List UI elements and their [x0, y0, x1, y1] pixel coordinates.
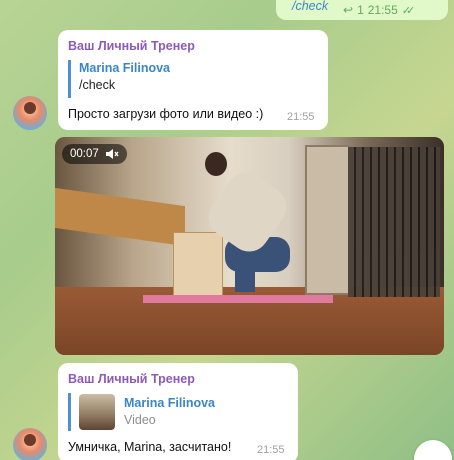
video-duration: 00:07 [70, 148, 99, 160]
video-frame-cage [348, 147, 440, 297]
sender-name[interactable]: Ваш Личный Тренер [68, 39, 195, 53]
incoming-message[interactable]: Ваш Личный Тренер Marina Filinova /check… [58, 30, 328, 130]
sender-name[interactable]: Ваш Личный Тренер [68, 372, 195, 386]
quote-text: /check [79, 78, 116, 92]
outgoing-text[interactable]: /check [292, 0, 328, 13]
reply-count[interactable]: 1 [357, 3, 364, 17]
video-thumbnail [79, 394, 115, 430]
reply-quote[interactable]: Marina Filinova Video [68, 393, 218, 431]
quote-author: Marina Filinova [79, 61, 170, 75]
message-text: Просто загрузи фото или видео :) [68, 107, 264, 121]
message-time: 21:55 [287, 111, 315, 123]
incoming-message[interactable]: Ваш Личный Тренер Marina Filinova Video … [58, 363, 298, 460]
video-frame-drawer [173, 232, 223, 297]
video-message[interactable]: 00:07 [55, 137, 444, 355]
message-time: 21:55 [257, 444, 285, 456]
quote-author: Marina Filinova [124, 396, 215, 410]
video-frame-person-shin [235, 262, 255, 292]
video-frame-door [305, 145, 350, 295]
message-time: 21:55 [367, 3, 398, 17]
message-text: Умничка, Marina, засчитано! [68, 440, 232, 454]
video-frame-person-head [205, 152, 227, 176]
reply-icon[interactable]: ↩ [343, 3, 353, 17]
message-meta: ↩ 1 21:55 ✓✓ [343, 3, 416, 17]
avatar[interactable] [13, 96, 47, 130]
chat-area: /check ↩ 1 21:55 ✓✓ Ваш Личный Тренер Ma… [0, 0, 454, 460]
avatar[interactable] [13, 428, 47, 460]
muted-speaker-icon[interactable] [105, 148, 119, 160]
reply-quote[interactable]: Marina Filinova /check [68, 60, 170, 98]
video-duration-badge[interactable]: 00:07 [62, 144, 127, 164]
quote-text: Video [124, 413, 156, 427]
double-check-icon: ✓✓ [401, 4, 416, 17]
video-frame-mat [143, 295, 333, 303]
scroll-down-button[interactable] [414, 440, 452, 460]
outgoing-message[interactable]: /check ↩ 1 21:55 ✓✓ [276, 0, 448, 20]
